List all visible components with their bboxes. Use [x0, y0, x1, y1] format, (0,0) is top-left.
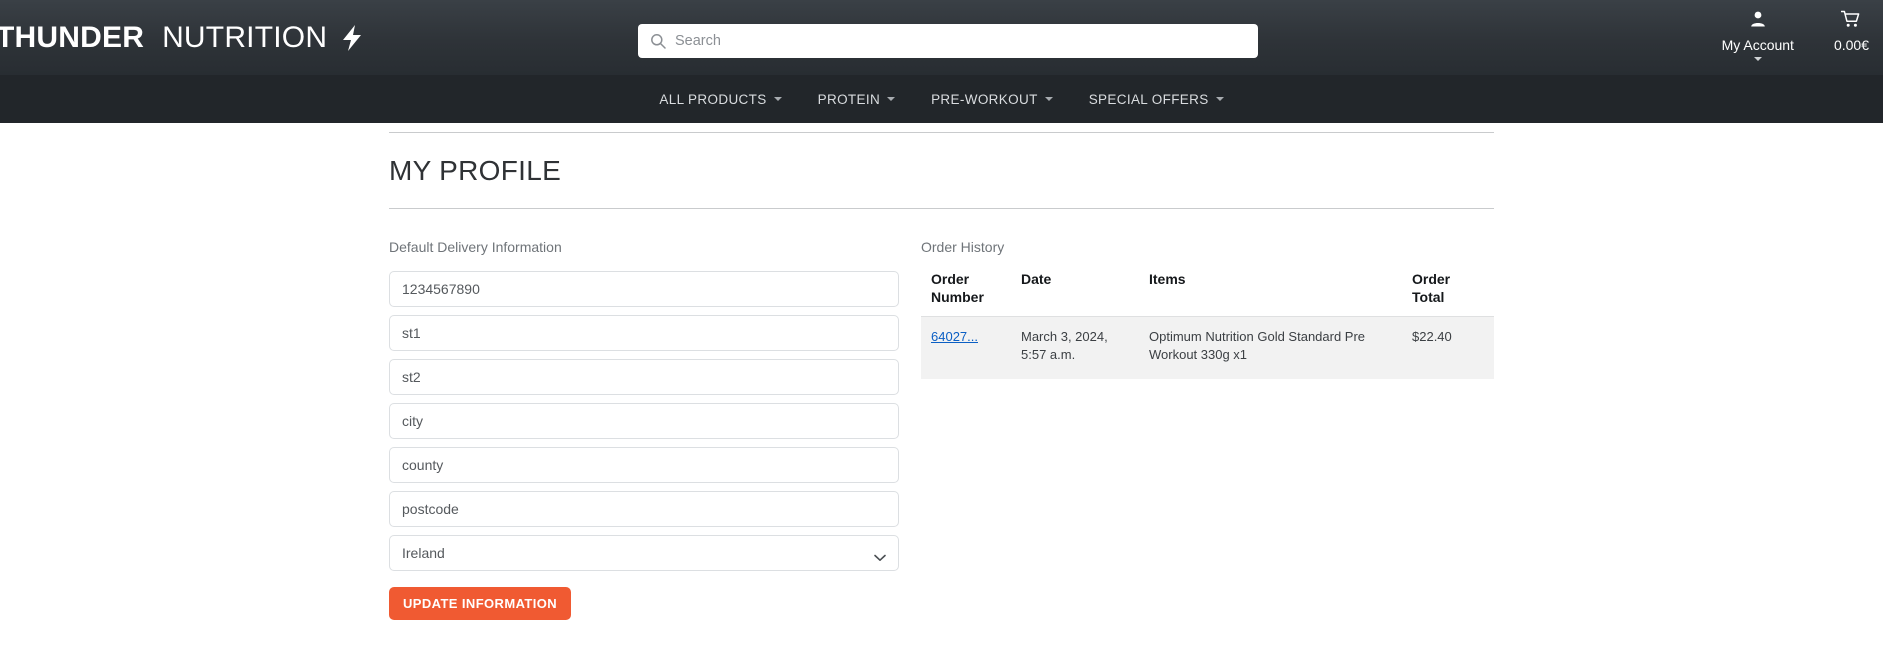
cell-order-number: 64027...	[921, 316, 1011, 380]
cell-order-total: $22.40	[1402, 316, 1494, 380]
header-account-area: My Account 0.00€	[1722, 10, 1869, 61]
cart-total: 0.00€	[1833, 36, 1869, 53]
page-title: MY PROFILE	[389, 155, 562, 186]
caret-down-icon	[1044, 97, 1053, 101]
nav-item-protein[interactable]: PROTEIN	[800, 92, 913, 107]
phone-field[interactable]	[389, 271, 899, 307]
city-field[interactable]	[389, 403, 899, 439]
cell-date: March 3, 2024, 5:57 a.m.	[1011, 316, 1139, 380]
nav-label: PROTEIN	[817, 91, 881, 107]
country-select[interactable]	[389, 535, 899, 571]
table-header-row: Order Number Date Items Order Total	[921, 271, 1494, 317]
my-account-label: My Account	[1721, 36, 1794, 53]
caret-down-icon	[1215, 97, 1224, 101]
cell-items: Optimum Nutrition Gold Standard Pre Work…	[1139, 316, 1402, 380]
cart-button[interactable]: 0.00€	[1834, 10, 1869, 54]
order-history-section: Order History Order Number Date Items Or…	[921, 239, 1494, 620]
order-history-head: Order Number Date Items Order Total	[921, 271, 1494, 317]
person-icon	[1749, 10, 1767, 33]
column-header-date: Date	[1021, 271, 1052, 287]
caret-down-icon	[887, 97, 896, 101]
site-header: THUNDER NUTRITION My Account	[0, 0, 1883, 75]
nav-label: PRE-WORKOUT	[931, 91, 1038, 107]
lightning-bolt-icon	[340, 24, 364, 52]
table-row: 64027... March 3, 2024, 5:57 a.m. Optimu…	[921, 316, 1494, 380]
order-number-link[interactable]: 64027...	[931, 329, 978, 344]
column-header-order-total: Order Total	[1412, 271, 1451, 305]
nav-item-special-offers[interactable]: SPECIAL OFFERS	[1071, 92, 1242, 107]
main-navigation: ALL PRODUCTS PROTEIN PRE-WORKOUT SPECIAL…	[0, 75, 1883, 123]
nav-label: ALL PRODUCTS	[659, 91, 767, 107]
nav-item-pre-workout[interactable]: PRE-WORKOUT	[913, 92, 1071, 107]
nav-label: SPECIAL OFFERS	[1088, 91, 1209, 107]
search-icon	[650, 33, 666, 49]
caret-down-icon	[773, 97, 782, 101]
order-history-body: 64027... March 3, 2024, 5:57 a.m. Optimu…	[921, 316, 1494, 380]
street1-field[interactable]	[389, 315, 899, 351]
country-select-wrapper	[389, 535, 899, 571]
street2-field[interactable]	[389, 359, 899, 395]
search-bar[interactable]	[638, 24, 1258, 58]
brand-nutrition-text: NUTRITION	[162, 20, 328, 54]
order-history-table: Order Number Date Items Order Total 6402…	[921, 271, 1494, 380]
site-logo[interactable]: THUNDER NUTRITION	[0, 20, 364, 54]
profile-columns: Default Delivery Information UPDATE INFO…	[389, 209, 1494, 620]
column-header-items: Items	[1149, 271, 1186, 287]
county-field[interactable]	[389, 447, 899, 483]
brand-thunder-text: THUNDER	[0, 20, 145, 54]
caret-down-icon[interactable]	[1753, 57, 1762, 61]
column-header-order-number: Order Number	[931, 271, 984, 305]
page-container: MY PROFILE Default Delivery Information …	[389, 123, 1494, 620]
shopping-cart-icon	[1841, 10, 1861, 33]
delivery-information-label: Default Delivery Information	[389, 239, 562, 255]
delivery-information-form: Default Delivery Information UPDATE INFO…	[389, 239, 899, 620]
search-input[interactable]	[675, 33, 1246, 49]
nav-item-all-products[interactable]: ALL PRODUCTS	[641, 92, 799, 107]
my-account-button[interactable]: My Account	[1722, 10, 1794, 61]
postcode-field[interactable]	[389, 491, 899, 527]
order-history-label: Order History	[921, 239, 1005, 255]
update-information-button[interactable]: UPDATE INFORMATION	[389, 587, 572, 620]
